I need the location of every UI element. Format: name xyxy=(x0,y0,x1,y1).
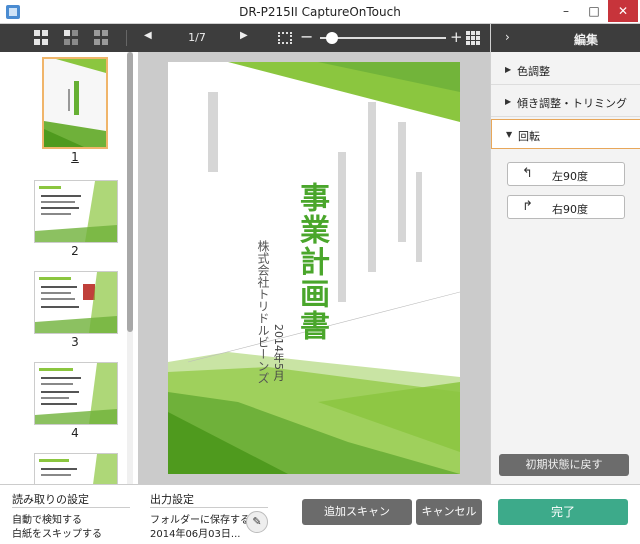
viewer-toolbar: ◀ 1/7 ▶ − + xyxy=(0,24,490,52)
thumbnail-slide-art xyxy=(39,454,117,484)
title-bar: DR-P215II CaptureOnTouch – □ ✕ xyxy=(0,0,640,24)
thumbnail-page-1[interactable] xyxy=(42,57,108,149)
section-deskew-crop[interactable]: ▶ 傾き調整・トリミング xyxy=(491,87,640,117)
toolbar-divider xyxy=(126,30,127,46)
edit-settings-button[interactable]: ✎ xyxy=(246,511,268,533)
rotate-right-label: 右90度 xyxy=(552,203,588,216)
close-button[interactable]: ✕ xyxy=(608,0,638,22)
rotate-right-button[interactable]: ↱ 右90度 xyxy=(507,195,625,219)
grid-small-icon[interactable] xyxy=(94,30,110,46)
thumbnail-slide-art xyxy=(35,181,117,242)
cancel-button[interactable]: キャンセル xyxy=(416,499,482,525)
page-indicator: 1/7 xyxy=(188,31,206,44)
page-preview-area: 事業計画書 2014年5月 株式会社トリドルビーンズ xyxy=(138,52,490,484)
thumbnail-page-2[interactable] xyxy=(34,180,118,243)
page-preview: 事業計画書 2014年5月 株式会社トリドルビーンズ xyxy=(168,62,460,474)
thumbnail-number: 1 xyxy=(71,150,79,164)
bottom-bar: 読み取りの設定 自動で検知する 白紙をスキップする 出力設定 フォルダーに保存す… xyxy=(0,484,640,544)
grid-medium-icon[interactable] xyxy=(64,30,80,46)
edit-panel-header: › 編集 xyxy=(491,24,640,52)
edit-panel-title: 編集 xyxy=(573,33,598,47)
done-button[interactable]: 完了 xyxy=(498,499,628,525)
expand-arrow-icon: ▶ xyxy=(505,65,512,74)
section-rotate[interactable]: ▼ 回転 xyxy=(491,119,640,149)
thumbnail-slide-art xyxy=(35,363,117,424)
reset-button[interactable]: 初期状態に戻す xyxy=(499,454,629,476)
thumbnail-number: 4 xyxy=(71,426,79,440)
fit-page-icon[interactable] xyxy=(278,32,292,44)
scrollbar-thumb[interactable] xyxy=(127,52,133,332)
zoom-slider[interactable] xyxy=(320,37,446,39)
cover-company: 株式会社トリドルビーンズ xyxy=(256,240,270,384)
thumbnail-scrollbar[interactable] xyxy=(127,52,133,484)
divider xyxy=(150,507,268,508)
zoom-out-icon[interactable]: − xyxy=(300,27,313,46)
divider xyxy=(12,507,130,508)
zoom-slider-handle[interactable] xyxy=(325,32,338,44)
rotate-left-icon: ↰ xyxy=(522,166,533,181)
thumbnail-page-3[interactable] xyxy=(34,271,118,334)
thumbnail-page-5[interactable] xyxy=(34,453,118,484)
thumbnail-number: 2 xyxy=(71,244,79,258)
thumbnail-number: 3 xyxy=(71,335,79,349)
thumbnail-cover-art xyxy=(44,59,106,147)
scan-setting-skip-blank: 白紙をスキップする xyxy=(12,529,102,540)
section-color-adjust[interactable]: ▶ 色調整 xyxy=(491,55,640,85)
section-label: 傾き調整・トリミング xyxy=(517,97,627,110)
thumbnail-grid-icon[interactable] xyxy=(466,31,480,45)
next-page-icon[interactable]: ▶ xyxy=(240,30,248,41)
section-label: 回転 xyxy=(518,130,540,143)
prev-page-icon[interactable]: ◀ xyxy=(144,30,152,41)
grid-large-icon[interactable] xyxy=(34,30,50,46)
zoom-in-icon[interactable]: + xyxy=(450,28,463,46)
output-settings-title: 出力設定 xyxy=(150,493,194,506)
minimize-button[interactable]: – xyxy=(552,0,580,22)
thumbnail-page-4[interactable] xyxy=(34,362,118,425)
rotate-left-button[interactable]: ↰ 左90度 xyxy=(507,162,625,186)
rotate-right-icon: ↱ xyxy=(522,199,533,214)
edit-panel: › 編集 ▶ 色調整 ▶ 傾き調整・トリミング ▼ 回転 ↰ 左90度 ↱ 右9… xyxy=(490,24,640,484)
scan-settings-title: 読み取りの設定 xyxy=(12,493,89,506)
rotate-left-label: 左90度 xyxy=(552,170,588,183)
maximize-button[interactable]: □ xyxy=(580,0,608,22)
section-label: 色調整 xyxy=(517,65,550,78)
output-setting-folder: フォルダーに保存する xyxy=(150,515,250,526)
cover-title: 事業計画書 xyxy=(294,182,329,342)
thumbnail-list[interactable]: 1 2 3 4 xyxy=(0,52,138,484)
cover-date: 2014年5月 xyxy=(272,324,285,381)
expand-arrow-icon: ▶ xyxy=(505,97,512,106)
thumbnail-slide-art xyxy=(35,272,117,333)
collapse-arrow-icon: ▼ xyxy=(506,130,513,139)
output-setting-filename: 2014年06月03日... xyxy=(150,529,241,540)
window-title: DR-P215II CaptureOnTouch xyxy=(239,5,401,19)
collapse-panel-icon[interactable]: › xyxy=(505,30,510,44)
add-scan-button[interactable]: 追加スキャン xyxy=(302,499,412,525)
scan-setting-detect: 自動で検知する xyxy=(12,515,82,526)
